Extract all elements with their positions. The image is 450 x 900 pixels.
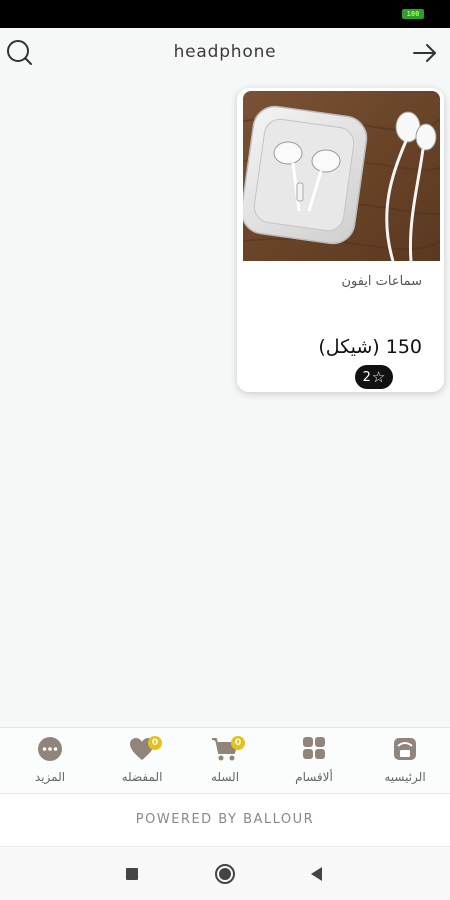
product-name: سماعات ايفون xyxy=(341,274,422,289)
status-bar: 100 xyxy=(0,0,450,28)
battery-icon: 100 xyxy=(402,9,424,19)
nav-label-home: الرئيسيه xyxy=(384,770,426,784)
page-title: headphone xyxy=(173,42,277,62)
nav-label-categories: ألاقسام xyxy=(295,770,333,784)
triangle-back-icon xyxy=(311,867,322,881)
recents-button[interactable] xyxy=(121,863,143,885)
bottom-nav: الرئيسيه ألاقسام 0 السله 0 المفضله المزي… xyxy=(0,727,450,793)
nav-item-cart[interactable]: 0 السله xyxy=(180,736,270,784)
nav-item-home[interactable]: الرئيسيه xyxy=(360,736,450,784)
product-image xyxy=(243,91,440,261)
nav-item-more[interactable]: المزيد xyxy=(5,736,95,784)
product-price: 150 (شيكل) xyxy=(318,336,422,358)
rating-badge: 2 ☆ xyxy=(355,365,393,389)
system-navigation-bar xyxy=(0,847,450,900)
cart-icon: 0 xyxy=(211,736,245,762)
powered-by-text: POWERED BY BALLOUR xyxy=(135,812,315,827)
nav-item-favorites[interactable]: 0 المفضله xyxy=(97,736,187,784)
home-button[interactable] xyxy=(214,863,236,885)
arrow-right-icon xyxy=(413,44,436,62)
nav-label-cart: السله xyxy=(210,770,240,784)
favorites-count-badge: 0 xyxy=(148,736,162,750)
nav-label-more: المزيد xyxy=(34,770,66,784)
heart-icon: 0 xyxy=(128,736,162,762)
powered-by-footer: POWERED BY BALLOUR xyxy=(0,793,450,847)
square-icon xyxy=(126,868,138,880)
store-icon xyxy=(391,736,419,762)
rating-value: 2 xyxy=(362,369,371,385)
product-card[interactable]: سماعات ايفون 150 (شيكل) 2 ☆ xyxy=(237,88,444,392)
back-system-button[interactable] xyxy=(306,863,328,885)
circle-icon xyxy=(215,864,235,884)
back-button[interactable] xyxy=(410,38,440,68)
more-icon xyxy=(36,736,64,762)
nav-item-categories[interactable]: ألاقسام xyxy=(269,736,359,784)
star-outline-icon: ☆ xyxy=(371,367,386,386)
cart-count-badge: 0 xyxy=(231,736,245,750)
grid-icon xyxy=(300,736,328,762)
top-app-bar: headphone xyxy=(0,28,450,78)
nav-label-favorites: المفضله xyxy=(121,770,163,784)
